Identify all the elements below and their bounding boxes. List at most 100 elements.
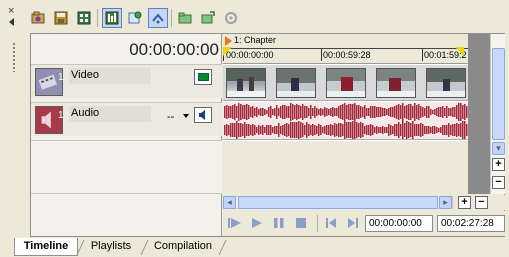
- bottom-tabs: Timeline Playlists Compilation: [0, 238, 509, 257]
- toolbar-separator: [97, 9, 98, 27]
- audio-track-header[interactable]: 1 Audio --: [31, 102, 222, 136]
- timeline-view-button[interactable]: [102, 8, 122, 28]
- audio-track-number: 1: [58, 110, 64, 121]
- open-folder-button[interactable]: [175, 8, 195, 28]
- insert-icon: [128, 11, 142, 24]
- chevron-left-icon: ◂: [227, 197, 232, 207]
- timecode-display: 00:00:00:00: [129, 40, 219, 59]
- next-marker-button[interactable]: [345, 215, 361, 231]
- transport-separator: [317, 215, 318, 232]
- folder-icon: [178, 12, 192, 24]
- export-icon: [201, 11, 215, 24]
- timeline-area: 1: Chapter 00:00:00:00 00:00:59:28 00:01…: [223, 34, 468, 194]
- duration-field: 00:02:27:28: [437, 215, 505, 232]
- pause-button[interactable]: [271, 215, 287, 231]
- chevron-down-icon[interactable]: [183, 114, 189, 118]
- horizontal-scrollbar[interactable]: ◂ ▸: [223, 196, 453, 209]
- ruler-tick: [422, 49, 423, 61]
- chapter-marker-icon[interactable]: [225, 36, 232, 46]
- storyboard-button[interactable]: [74, 8, 94, 28]
- import-media-icon: [31, 11, 45, 24]
- speaker-icon: [199, 110, 205, 120]
- time-ruler[interactable]: 1: Chapter 00:00:00:00 00:00:59:28 00:01…: [223, 34, 468, 64]
- video-track-name: Video: [71, 69, 99, 81]
- monitor-icon: [197, 73, 209, 81]
- video-thumbnail[interactable]: [226, 68, 266, 98]
- timeline-window: × 00:00:00:00 1 Video 1 Audio -- 1: Chap…: [0, 0, 509, 257]
- zoom-out-button[interactable]: −: [475, 196, 488, 209]
- tab-playlists[interactable]: Playlists: [82, 238, 140, 256]
- dock-strip: ×: [6, 6, 20, 72]
- ruler-tick-label: 00:00:00:00: [226, 50, 274, 60]
- video-thumbnail[interactable]: [276, 68, 316, 98]
- minus-icon: −: [495, 176, 502, 188]
- zoom-in-button[interactable]: +: [458, 196, 471, 209]
- track-headers: 00:00:00:00 1 Video 1 Audio --: [31, 34, 222, 236]
- play-from-start-button[interactable]: [227, 215, 243, 231]
- minus-icon: −: [478, 196, 485, 208]
- collapse-arrow-icon[interactable]: [9, 18, 14, 26]
- transport-bar: 00:00:00:00 00:02:27:28: [223, 211, 505, 236]
- vertical-scrollbar[interactable]: ▾ + −: [490, 34, 505, 194]
- previous-marker-icon: [326, 218, 336, 228]
- audio-track-lane[interactable]: [223, 102, 468, 140]
- current-time-field[interactable]: 00:00:00:00: [365, 215, 433, 232]
- pause-icon: [274, 218, 284, 228]
- tab-timeline[interactable]: Timeline: [14, 238, 78, 256]
- ruler-baseline: [223, 48, 468, 49]
- video-output-toggle[interactable]: [194, 69, 212, 85]
- audio-level-select[interactable]: --: [167, 111, 174, 123]
- snapshot-button[interactable]: [148, 8, 168, 28]
- export-button[interactable]: [198, 8, 218, 28]
- video-thumbnail[interactable]: [326, 68, 366, 98]
- storyboard-icon: [77, 11, 91, 25]
- toolbar: [28, 8, 268, 30]
- tab-compilation[interactable]: Compilation: [146, 238, 220, 256]
- horizontal-scroll-thumb[interactable]: [238, 196, 438, 209]
- close-icon[interactable]: ×: [8, 6, 14, 17]
- plus-icon: +: [495, 158, 502, 170]
- loop-end-marker[interactable]: [455, 47, 464, 56]
- previous-marker-button[interactable]: [323, 215, 339, 231]
- timeline-end-region: [468, 34, 490, 194]
- dock-grip-icon[interactable]: [12, 42, 16, 72]
- vertical-zoom-in-button[interactable]: +: [492, 158, 505, 171]
- video-track-number: 1: [58, 72, 64, 83]
- chevron-right-icon: ▸: [443, 197, 448, 207]
- timeline-view-icon: [105, 11, 119, 25]
- burn-disc-button[interactable]: [221, 8, 241, 28]
- vertical-zoom-out-button[interactable]: −: [492, 176, 505, 189]
- video-thumbnail[interactable]: [376, 68, 416, 98]
- loop-start-marker[interactable]: [223, 47, 232, 56]
- play-button[interactable]: [249, 215, 265, 231]
- chevron-down-icon: ▾: [496, 143, 501, 153]
- play-from-start-icon: [228, 218, 241, 228]
- timeline-empty-area: [223, 141, 468, 194]
- scroll-left-button[interactable]: ◂: [223, 196, 236, 209]
- audio-mute-button[interactable]: [194, 107, 212, 123]
- stop-icon: [296, 218, 306, 228]
- save-button[interactable]: [51, 8, 71, 28]
- save-icon: [54, 11, 68, 25]
- scroll-right-button[interactable]: ▸: [439, 196, 452, 209]
- insert-clip-button[interactable]: [125, 8, 145, 28]
- video-track-header[interactable]: 1 Video: [31, 64, 222, 98]
- toolbar-separator: [171, 9, 172, 27]
- import-media-button[interactable]: [28, 8, 48, 28]
- video-thumbnail[interactable]: [426, 68, 466, 98]
- vertical-scroll-thumb[interactable]: [492, 48, 505, 140]
- plus-icon: +: [461, 196, 468, 208]
- empty-track-area: [31, 140, 222, 194]
- disc-icon: [225, 12, 237, 24]
- stop-button[interactable]: [293, 215, 309, 231]
- chapter-label: 1: Chapter: [234, 35, 277, 45]
- snapshot-icon: [152, 13, 164, 24]
- audio-waveform: [224, 103, 468, 139]
- audio-track-name: Audio: [71, 107, 100, 119]
- horizontal-scroll-row: ◂ ▸ + −: [223, 195, 505, 210]
- next-marker-icon: [348, 218, 358, 228]
- video-track-lane[interactable]: [223, 65, 468, 101]
- scroll-down-button[interactable]: ▾: [492, 142, 505, 155]
- ruler-tick-label: 00:00:59:28: [323, 50, 371, 60]
- timeline-panel: 00:00:00:00 1 Video 1 Audio -- 1: Chapte…: [30, 33, 505, 237]
